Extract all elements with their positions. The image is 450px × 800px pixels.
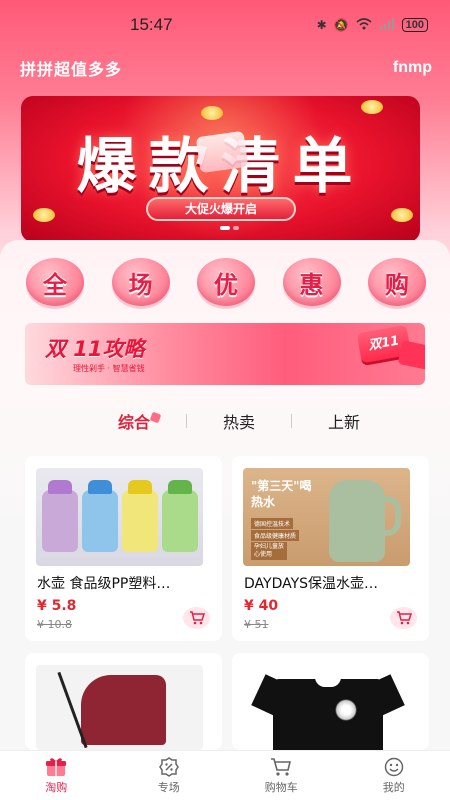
product-image-stroller xyxy=(36,665,203,750)
product-image-thermos: "第三天"喝热水 德国控温技术 食品级健康材质 孕妇儿童放心使用 xyxy=(243,468,410,566)
hero-banner[interactable]: 爆款清单 大促火爆开启 xyxy=(21,96,420,242)
tab-comprehensive[interactable]: 综合 xyxy=(118,409,150,433)
stroller-canopy xyxy=(81,675,166,745)
nav-label: 专场 xyxy=(157,780,180,794)
promo-char[interactable]: 惠 xyxy=(282,258,341,306)
bluetooth-icon: ✱ xyxy=(316,18,327,32)
product-original-price: ¥ 10.8 xyxy=(37,618,72,631)
nav-label: 我的 xyxy=(382,780,405,794)
banner-subtitle: 大促火爆开启 xyxy=(146,197,296,221)
banner-pagination xyxy=(220,226,239,230)
promo-char[interactable]: 场 xyxy=(111,258,170,306)
strategy-title: 双 11攻略 xyxy=(45,337,145,361)
discount-icon xyxy=(158,756,179,777)
nav-home[interactable]: 淘购 xyxy=(16,757,96,795)
product-name: DAYDAYS保温水壶… xyxy=(244,576,379,592)
shopping-bag-icon xyxy=(397,340,425,370)
pagination-dot xyxy=(233,226,239,230)
cart-icon xyxy=(396,611,412,625)
bottle-illustration xyxy=(122,480,158,552)
coin-decoration xyxy=(361,100,383,114)
thermos-tag: 孕妇儿童放心使用 xyxy=(251,542,287,560)
add-to-cart-button[interactable] xyxy=(183,607,210,629)
nav-special[interactable]: 专场 xyxy=(129,756,209,795)
shopping-cart-illustration xyxy=(195,130,249,174)
bottle-illustration xyxy=(82,480,118,552)
promo-characters: 全 场 优 惠 购 xyxy=(26,258,426,306)
product-image-tshirt xyxy=(243,665,410,750)
strategy-subtitle: 理性剁手 · 智慧省钱 xyxy=(73,364,145,373)
wifi-icon xyxy=(356,17,372,33)
thermos-handle xyxy=(381,496,401,536)
tab-divider xyxy=(290,414,292,428)
promo-char[interactable]: 全 xyxy=(26,258,84,306)
status-bar: 15:47 ✱ 🔕 100 xyxy=(0,0,450,50)
promo-char[interactable]: 优 xyxy=(197,258,255,306)
product-name: 水壶 食品级PP塑料… xyxy=(37,576,171,592)
product-card[interactable] xyxy=(25,653,222,750)
nav-cart[interactable]: 购物车 xyxy=(241,757,321,795)
signal-icon xyxy=(379,17,395,33)
product-card[interactable]: "第三天"喝热水 德国控温技术 食品级健康材质 孕妇儿童放心使用 DAYDAYS… xyxy=(232,456,429,641)
cart-icon xyxy=(271,757,292,776)
thermos-tag: 德国控温技术 xyxy=(251,518,294,529)
user-name[interactable]: fnmp xyxy=(393,59,432,77)
add-to-cart-button[interactable] xyxy=(390,607,417,629)
promo-char[interactable]: 购 xyxy=(368,258,426,306)
thermos-tag: 食品级健康材质 xyxy=(251,530,300,541)
thermos-headline: "第三天"喝热水 xyxy=(251,479,312,509)
thermos-body xyxy=(329,480,385,562)
tab-new-arrivals[interactable]: 上新 xyxy=(328,409,360,433)
bottle-illustration xyxy=(162,480,198,552)
status-time: 15:47 xyxy=(130,15,173,34)
app-header: 拼拼超值多多 fnmp xyxy=(20,56,432,80)
product-card[interactable] xyxy=(232,653,429,750)
coin-decoration xyxy=(391,208,413,222)
product-price: ¥ 5.8 xyxy=(37,598,77,614)
battery-icon: 100 xyxy=(401,18,428,32)
nav-profile[interactable]: 我的 xyxy=(354,757,434,795)
mute-icon: 🔕 xyxy=(333,18,349,32)
bottom-navigation: 淘购 专场 购物车 我的 xyxy=(0,750,450,800)
product-original-price: ¥ 51 xyxy=(244,618,269,631)
status-icons: ✱ 🔕 100 xyxy=(316,17,428,33)
bottle-illustration xyxy=(42,480,78,552)
product-card[interactable]: 水壶 食品级PP塑料… ¥ 5.8 ¥ 10.8 xyxy=(25,456,222,641)
tab-hot-sale[interactable]: 热卖 xyxy=(223,409,255,433)
category-tabs: 综合 热卖 上新 xyxy=(100,406,360,436)
tshirt-print xyxy=(335,699,357,721)
cart-icon xyxy=(189,611,205,625)
nav-label: 淘购 xyxy=(45,780,68,794)
gift-icon xyxy=(46,757,67,776)
coin-decoration xyxy=(33,208,55,222)
nav-label: 购物车 xyxy=(264,780,298,794)
tab-divider xyxy=(186,414,187,428)
double11-strategy-banner[interactable]: 双 11攻略 理性剁手 · 智慧省钱 双11 xyxy=(25,323,425,385)
pagination-dot xyxy=(220,226,230,230)
product-price: ¥ 40 xyxy=(244,598,279,614)
product-image-water-bottles xyxy=(36,468,203,566)
profile-icon xyxy=(384,757,403,776)
app-title: 拼拼超值多多 xyxy=(20,60,123,79)
